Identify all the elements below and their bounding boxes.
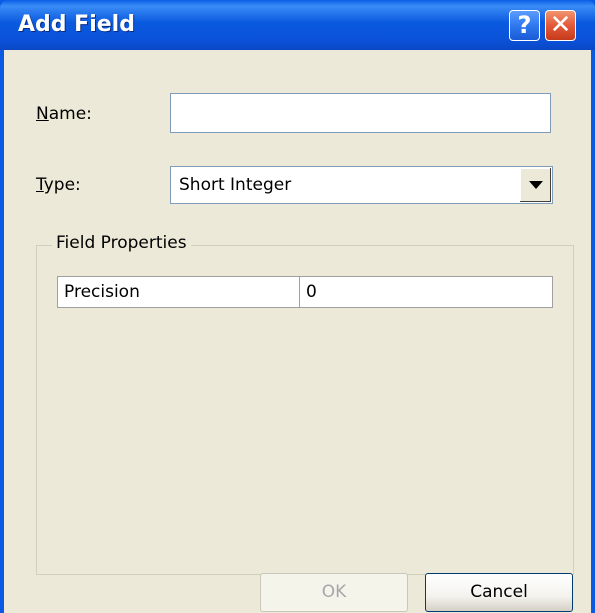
name-label: Name:: [36, 104, 92, 124]
title-bar[interactable]: Add Field ? ✕: [0, 0, 595, 50]
help-icon: ?: [517, 11, 532, 39]
chevron-down-icon: [529, 181, 543, 189]
field-properties-table: Precision 0: [57, 276, 553, 308]
name-input[interactable]: [170, 93, 551, 133]
field-properties-title: Field Properties: [52, 233, 191, 253]
name-label-mnemonic: N: [36, 104, 49, 124]
ok-button[interactable]: OK: [260, 573, 408, 612]
type-select-value: Short Integer: [179, 175, 292, 195]
type-select[interactable]: Short Integer: [170, 166, 553, 204]
property-value-precision[interactable]: 0: [300, 277, 552, 307]
help-button[interactable]: ?: [509, 10, 540, 41]
dialog-body: Name: Type: Short Integer Field Properti…: [4, 50, 591, 613]
close-button[interactable]: ✕: [545, 10, 576, 41]
property-name-precision[interactable]: Precision: [58, 277, 300, 307]
type-label: Type:: [36, 175, 81, 195]
type-dropdown-button[interactable]: [519, 168, 551, 202]
close-icon: ✕: [549, 10, 572, 40]
add-field-dialog: Add Field ? ✕ Name: Type: Short Integer …: [0, 0, 595, 613]
type-label-mnemonic: T: [36, 175, 44, 195]
name-label-text: ame:: [48, 104, 92, 124]
cancel-button[interactable]: Cancel: [425, 573, 573, 612]
type-label-text: ype:: [43, 175, 81, 195]
window-title: Add Field: [18, 12, 135, 37]
